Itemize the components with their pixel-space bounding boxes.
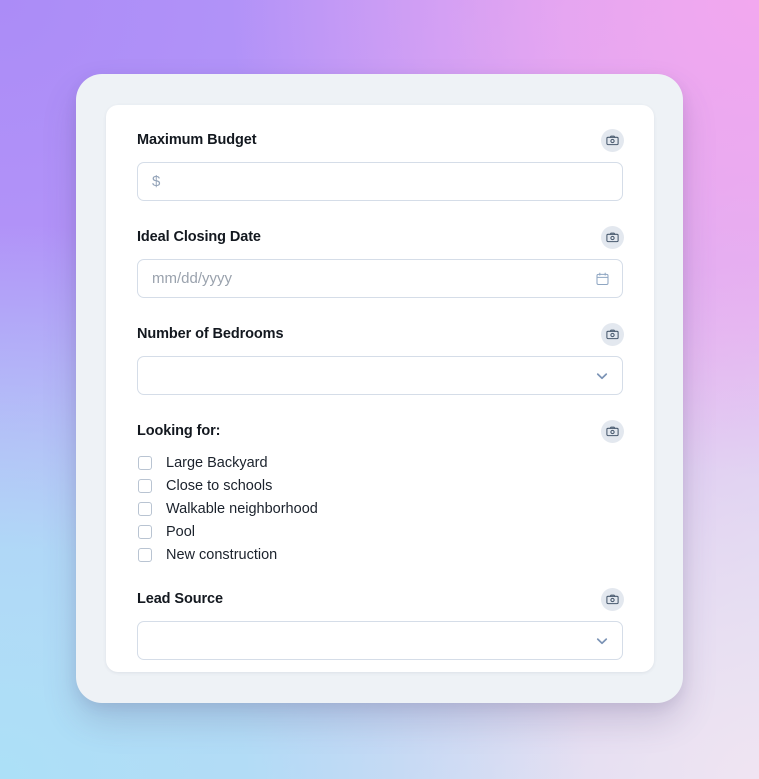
dropdown-toggle[interactable] [594,368,610,384]
camera-icon-maximum-budget[interactable] [601,128,624,152]
checkbox-pool[interactable] [138,524,152,539]
input-maximum-budget[interactable]: $ [137,162,623,201]
field-maximum-budget: Maximum Budget $ [137,127,624,201]
camera-icon-lead-source[interactable] [601,587,624,611]
checkbox-row-large-backyard[interactable]: Large Backyard [137,451,624,474]
camera-icon-looking-for[interactable] [601,419,624,443]
field-looking-for: Looking for: Large Backyard Close to sch… [137,418,624,566]
label-maximum-budget: Maximum Budget [137,132,257,148]
field-header: Lead Source [137,586,624,612]
calendar-picker-button[interactable] [595,271,610,286]
form-panel: Maximum Budget $ Ideal Closing Date mm/d… [76,74,683,703]
checkbox-large-backyard[interactable] [138,455,152,470]
field-number-of-bedrooms: Number of Bedrooms [137,321,624,395]
field-header: Number of Bedrooms [137,321,624,347]
camera-icon [606,329,619,339]
checkbox-close-to-schools[interactable] [138,478,152,493]
checkbox-walkable-neighborhood[interactable] [138,501,152,516]
checkbox-row-walkable-neighborhood[interactable]: Walkable neighborhood [137,497,624,520]
camera-icon [606,426,619,436]
label-ideal-closing-date: Ideal Closing Date [137,229,261,245]
checkbox-label-close-to-schools: Close to schools [166,477,273,494]
checkbox-row-pool[interactable]: Pool [137,520,624,543]
field-ideal-closing-date: Ideal Closing Date mm/dd/yyyy [137,224,624,298]
field-header: Maximum Budget [137,127,624,153]
camera-icon-number-of-bedrooms[interactable] [601,322,624,346]
camera-icon-ideal-closing-date[interactable] [601,225,624,249]
checkbox-row-close-to-schools[interactable]: Close to schools [137,474,624,497]
dropdown-toggle[interactable] [594,633,610,649]
camera-icon [606,232,619,242]
camera-icon [606,594,619,604]
label-lead-source: Lead Source [137,591,223,607]
field-lead-source: Lead Source [137,586,624,660]
chevron-down-icon [596,372,608,379]
input-ideal-closing-date[interactable]: mm/dd/yyyy [137,259,623,298]
field-header: Looking for: [137,418,624,444]
label-number-of-bedrooms: Number of Bedrooms [137,326,284,342]
form-card: Maximum Budget $ Ideal Closing Date mm/d… [106,105,654,672]
checkbox-row-new-construction[interactable]: New construction [137,543,624,566]
placeholder-ideal-closing-date: mm/dd/yyyy [152,270,233,287]
label-looking-for: Looking for: [137,423,221,439]
camera-icon [606,135,619,145]
checkbox-list-looking-for: Large Backyard Close to schools Walkable… [137,451,624,566]
field-header: Ideal Closing Date [137,224,624,250]
calendar-icon [596,272,609,285]
checkbox-label-walkable-neighborhood: Walkable neighborhood [166,500,318,517]
select-lead-source[interactable] [137,621,623,660]
select-number-of-bedrooms[interactable] [137,356,623,395]
chevron-down-icon [596,637,608,644]
checkbox-new-construction[interactable] [138,547,152,562]
checkbox-label-large-backyard: Large Backyard [166,454,268,471]
checkbox-label-new-construction: New construction [166,546,278,563]
checkbox-label-pool: Pool [166,523,196,540]
currency-prefix: $ [152,173,161,190]
